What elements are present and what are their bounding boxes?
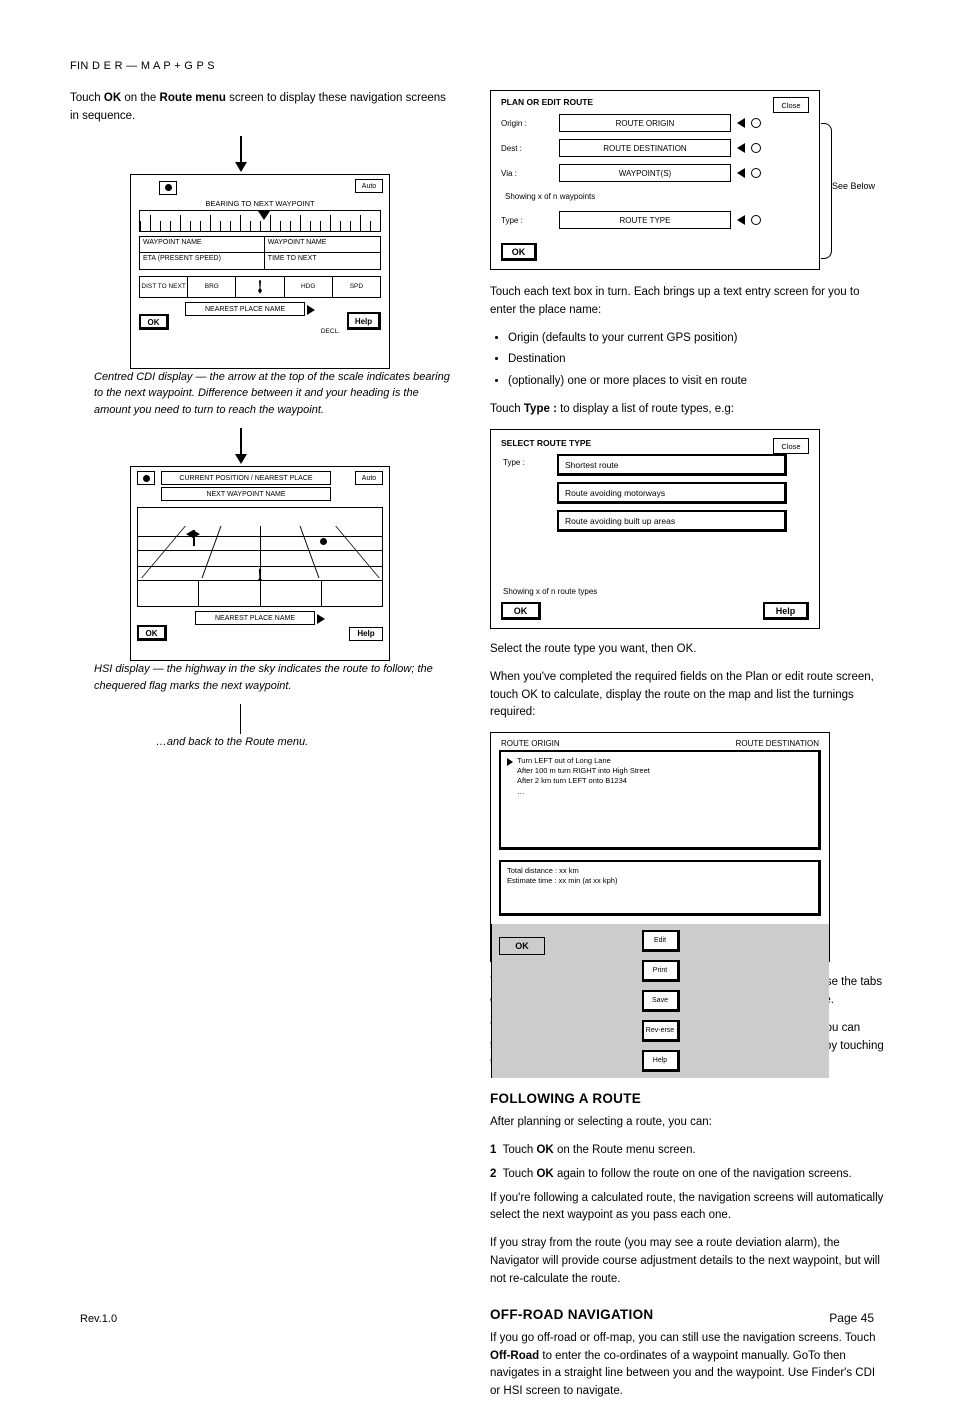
cdi-bearing-label: BEARING TO NEXT WAYPOINT — [137, 199, 383, 208]
columns: Touch OK on the Route menu screen to dis… — [70, 90, 884, 1411]
turn-list-box[interactable]: Turn LEFT out of Long Lane After 100 m t… — [499, 750, 821, 850]
route-type-input[interactable]: ROUTE TYPE — [559, 211, 731, 229]
route-type-option[interactable]: Shortest route — [557, 454, 787, 476]
cdi-readout-strip: DIST TO NEXT BRG HDG SPD — [139, 276, 381, 298]
route-via-row: Via : WAYPOINT(S) — [501, 164, 809, 182]
ok-button[interactable]: OK — [499, 937, 545, 955]
chevron-left-icon[interactable] — [737, 168, 745, 178]
follow-p2: If you stray from the route (you may see… — [490, 1235, 884, 1288]
cdi-info-table: WAYPOINT NAME WAYPOINT NAME ETA (PRESENT… — [139, 236, 381, 270]
follow-p1: If you're following a calculated route, … — [490, 1190, 884, 1226]
radio-icon[interactable] — [751, 118, 761, 128]
hsi-mode-button[interactable]: Auto — [355, 471, 383, 485]
route-calc-instruction: When you've completed the required field… — [490, 669, 884, 722]
nearest-place-box[interactable]: NEAREST PLACE NAME — [195, 611, 315, 625]
page-revision: Rev.1.0 — [80, 1313, 117, 1325]
via-input[interactable]: WAYPOINT(S) — [559, 164, 731, 182]
follow-step-1: 1 Touch OK on the Route menu screen. — [490, 1142, 884, 1160]
nearest-place-box[interactable]: NEAREST PLACE NAME — [185, 302, 305, 316]
bracket-label: See Below — [832, 181, 875, 191]
origin-input[interactable]: ROUTE ORIGIN — [559, 114, 731, 132]
cdi-mode-button[interactable]: Auto — [355, 179, 383, 193]
heading-following: FOLLOWING A ROUTE — [490, 1091, 884, 1106]
list-item: (optionally) one or more places to visit… — [508, 373, 884, 391]
tab-save[interactable]: Save — [642, 990, 680, 1012]
hsi-caption: HSI display — the highway in the sky ind… — [70, 661, 450, 694]
route-type-panel: SELECT ROUTE TYPE Close Type : Shortest … — [490, 429, 820, 629]
page-number: Page 45 — [829, 1311, 874, 1325]
ok-button[interactable]: OK — [137, 625, 167, 641]
arrow-right-icon[interactable] — [317, 614, 325, 624]
flow-arrow-1 — [70, 136, 450, 174]
ok-button[interactable]: OK — [501, 243, 537, 261]
tab-edit[interactable]: Edit — [642, 930, 680, 952]
route-menu-panel: PLAN OR EDIT ROUTE Close Origin : ROUTE … — [490, 90, 820, 270]
tab-print[interactable]: Print — [642, 960, 680, 982]
radio-icon[interactable] — [751, 168, 761, 178]
turn-list-panel: ROUTE ORIGIN ROUTE DESTINATION Turn LEFT… — [490, 732, 830, 962]
rtsel-title: SELECT ROUTE TYPE — [501, 438, 809, 448]
bracket-icon — [821, 123, 835, 259]
follow-step-2: 2 Touch OK again to follow the route on … — [490, 1166, 884, 1184]
ok-button[interactable]: OK — [501, 602, 541, 620]
hsi-title: CURRENT POSITION / NEAREST PLACE — [161, 471, 331, 485]
radio-icon[interactable] — [751, 215, 761, 225]
flag-icon — [186, 530, 202, 546]
offroad-para: If you go off-road or off-map, you can s… — [490, 1330, 884, 1401]
cdi-caption: Centred CDI display — the arrow at the t… — [70, 369, 450, 419]
flow-arrow-2 — [70, 428, 450, 466]
record-icon[interactable] — [159, 181, 177, 195]
route-type-option[interactable]: Route avoiding motorways — [557, 482, 787, 504]
dest-input[interactable]: ROUTE DESTINATION — [559, 139, 731, 157]
route-type-option[interactable]: Route avoiding built up areas — [557, 510, 787, 532]
tab-help[interactable]: Help — [642, 1050, 680, 1072]
rtsel-instruction: Select the route type you want, then OK. — [490, 641, 884, 659]
route-count-note: Showing x of n waypoints — [505, 192, 809, 201]
hsi-scene — [137, 507, 383, 607]
cursor-icon — [236, 277, 284, 297]
route-title: PLAN OR EDIT ROUTE — [501, 97, 809, 107]
rtsel-count-note: Showing x of n route types — [503, 587, 597, 596]
help-button[interactable]: Help — [349, 627, 383, 641]
turn-list-header: ROUTE ORIGIN ROUTE DESTINATION — [499, 739, 821, 750]
heading-offroad: OFF-ROAD NAVIGATION — [490, 1307, 884, 1322]
help-button[interactable]: Help — [347, 312, 381, 330]
route-type-instruction: Touch Type : to display a list of route … — [490, 401, 884, 419]
loop-caption: …and back to the Route menu. — [110, 734, 330, 751]
route-instruction: Touch each text box in turn. Each brings… — [490, 284, 884, 320]
arrow-right-icon[interactable] — [307, 305, 315, 315]
page-header: FIN D E R — M A P + G P S — [70, 60, 884, 72]
triangle-right-icon — [507, 758, 513, 766]
ok-label: OK — [104, 92, 121, 104]
cdi-scale — [139, 210, 381, 232]
chevron-left-icon[interactable] — [737, 143, 745, 153]
left-column: Touch OK on the Route menu screen to dis… — [70, 90, 450, 1411]
route-dest-row: Dest : ROUTE DESTINATION — [501, 139, 809, 157]
help-button[interactable]: Help — [763, 602, 809, 620]
record-icon[interactable] — [137, 471, 155, 485]
right-column: PLAN OR EDIT ROUTE Close Origin : ROUTE … — [490, 90, 884, 1411]
route-field-list: Origin (defaults to your current GPS pos… — [490, 330, 884, 391]
ok-button[interactable]: OK — [139, 314, 169, 330]
cdi-panel: Auto BEARING TO NEXT WAYPOINT WAYPO — [130, 174, 390, 369]
follow-intro: After planning or selecting a route, you… — [490, 1114, 884, 1132]
route-type-row: Type : ROUTE TYPE — [501, 211, 809, 229]
route-origin-row: Origin : ROUTE ORIGIN — [501, 114, 809, 132]
declination-label: DECL. — [321, 328, 340, 335]
close-button[interactable]: Close — [773, 97, 809, 113]
chevron-left-icon[interactable] — [737, 215, 745, 225]
close-button[interactable]: Close — [773, 438, 809, 454]
tab-reverse[interactable]: Rev-erse — [642, 1020, 680, 1042]
left-intro: Touch OK on the Route menu screen to dis… — [70, 90, 450, 126]
hsi-subtitle: NEXT WAYPOINT NAME — [161, 487, 331, 501]
radio-icon[interactable] — [751, 143, 761, 153]
hsi-panel: CURRENT POSITION / NEAREST PLACE NEXT WA… — [130, 466, 390, 661]
list-item: Origin (defaults to your current GPS pos… — [508, 330, 884, 348]
rtsel-type-label: Type : — [503, 458, 525, 467]
chevron-left-icon[interactable] — [737, 118, 745, 128]
list-item: Destination — [508, 351, 884, 369]
page: FIN D E R — M A P + G P S Touch OK on th… — [0, 0, 954, 1349]
turn-summary-box: Total distance : xx km Estimate time : x… — [499, 860, 821, 916]
